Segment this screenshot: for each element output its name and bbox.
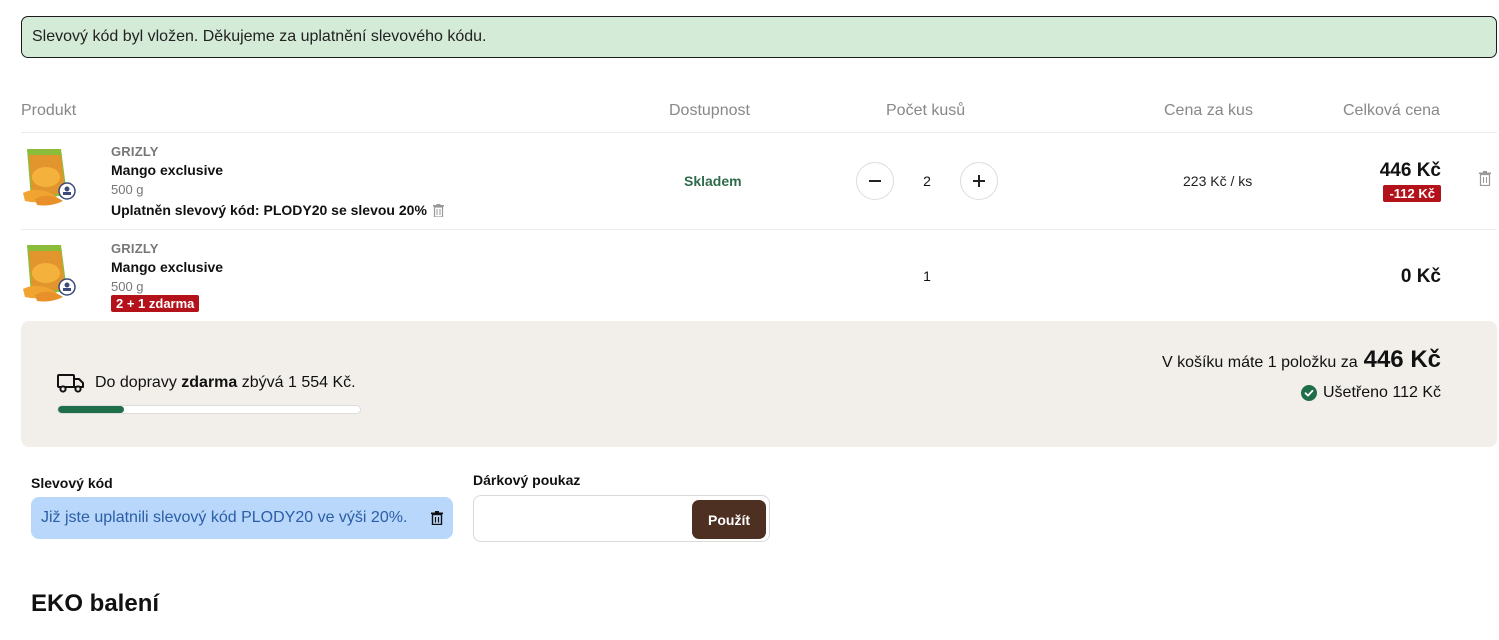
minus-icon xyxy=(869,180,881,182)
product-brand: GRIZLY xyxy=(111,241,159,256)
header-product: Produkt xyxy=(21,102,77,119)
check-circle-icon xyxy=(1301,385,1317,401)
cart-total-summary: V košíku máte 1 položku za 446 Kč xyxy=(1162,346,1441,374)
cart-total-text: V košíku máte 1 položku za xyxy=(1161,354,1358,371)
unit-price: 223 Kč / ks xyxy=(1183,173,1253,189)
mango-package-image xyxy=(23,149,76,206)
success-alert: Slevový kód byl vložen. Děkujeme za upla… xyxy=(21,16,1497,58)
promo-badge: 2 + 1 zdarma xyxy=(111,295,200,312)
mango-package-image xyxy=(23,245,76,302)
shipping-suffix: zbývá 1 554 Kč. xyxy=(237,374,356,391)
product-brand: GRIZLY xyxy=(111,144,159,159)
header-quantity: Počet kusů xyxy=(886,102,966,119)
gift-voucher-label: Dárkový poukaz xyxy=(473,472,581,488)
header-total: Celková cena xyxy=(1343,102,1440,119)
remove-item-trash-icon[interactable] xyxy=(1479,171,1491,191)
product-weight: 500 g xyxy=(111,182,144,197)
applied-discount-code-text: Již jste uplatnili slevový kód PLODY20 v… xyxy=(41,509,408,526)
row-divider xyxy=(21,132,1497,133)
applied-discount-note: Uplatněn slevový kód: PLODY20 se slevou … xyxy=(111,202,444,218)
gift-voucher-input[interactable] xyxy=(482,504,686,536)
progress-fill xyxy=(58,406,125,413)
header-availability: Dostupnost xyxy=(669,102,750,119)
header-unit-price: Cena za kus xyxy=(1164,102,1253,119)
alert-message: Slevový kód byl vložen. Děkujeme za upla… xyxy=(32,28,487,45)
product-name[interactable]: Mango exclusive xyxy=(111,162,223,178)
free-shipping-remaining: Do dopravy zdarma zbývá 1 554 Kč. xyxy=(95,374,356,392)
remove-discount-trash-icon[interactable] xyxy=(432,203,444,217)
apply-voucher-button[interactable]: Použít xyxy=(692,500,766,539)
delivery-truck-icon xyxy=(57,373,85,398)
shipping-prefix: Do dopravy xyxy=(95,374,182,391)
product-name[interactable]: Mango exclusive xyxy=(111,259,223,275)
savings-text: Ušetřeno 112 Kč xyxy=(1323,384,1441,401)
row-total-price: 446 Kč xyxy=(1379,160,1441,181)
gift-voucher-field: Použít xyxy=(473,495,770,542)
remove-code-trash-icon[interactable] xyxy=(431,511,443,525)
plus-icon xyxy=(973,175,985,187)
product-thumbnail[interactable] xyxy=(21,147,77,207)
row-total-price: 0 Kč xyxy=(1400,266,1441,287)
discount-code-label: Slevový kód xyxy=(31,475,113,491)
eko-packaging-heading: EKO balení xyxy=(31,590,160,617)
availability-status: Skladem xyxy=(684,173,742,189)
applied-discount-code-box: Již jste uplatnili slevový kód PLODY20 v… xyxy=(31,497,453,539)
row-divider xyxy=(21,229,1497,230)
decrease-quantity-button[interactable] xyxy=(856,162,894,200)
applied-discount-text: Uplatněn slevový kód: PLODY20 se slevou … xyxy=(111,202,427,218)
savings-line: Ušetřeno 112 Kč xyxy=(1301,384,1441,402)
product-thumbnail[interactable] xyxy=(21,243,77,303)
free-shipping-progress-bar xyxy=(57,405,361,414)
cart-total-amount: 446 Kč xyxy=(1363,346,1441,373)
discount-badge: -112 Kč xyxy=(1383,185,1441,202)
shipping-free-word: zdarma xyxy=(181,374,238,391)
quantity-value[interactable]: 2 xyxy=(917,173,937,189)
increase-quantity-button[interactable] xyxy=(960,162,998,200)
quantity-value: 1 xyxy=(923,268,931,284)
product-weight: 500 g xyxy=(111,279,144,294)
